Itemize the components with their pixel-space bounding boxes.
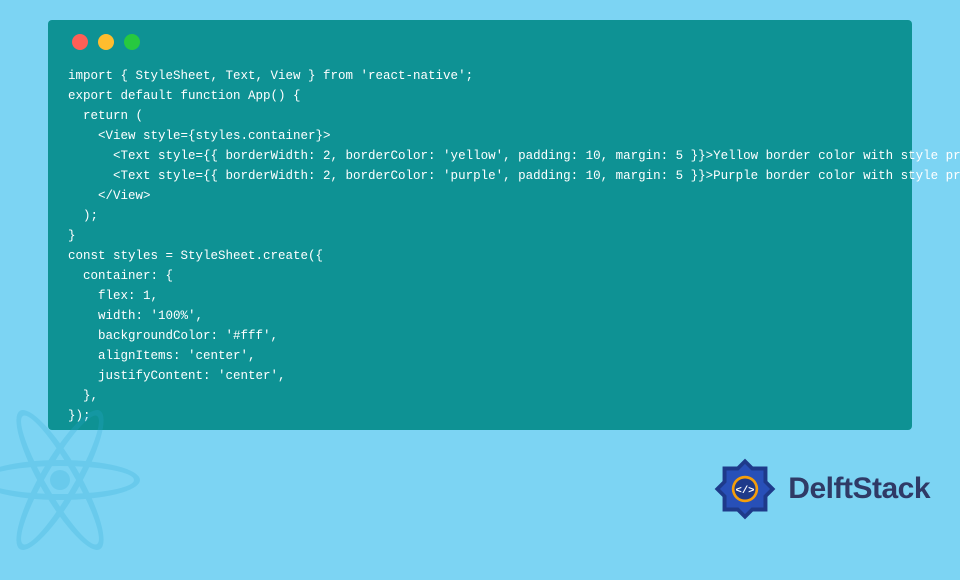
code-snippet: import { StyleSheet, Text, View } from '… xyxy=(68,66,892,426)
minimize-icon[interactable] xyxy=(98,34,114,50)
brand-name: DelftStack xyxy=(788,472,930,506)
close-icon[interactable] xyxy=(72,34,88,50)
maximize-icon[interactable] xyxy=(124,34,140,50)
code-panel: import { StyleSheet, Text, View } from '… xyxy=(48,20,912,430)
svg-text:</>: </> xyxy=(736,485,755,497)
brand-badge: </> DelftStack xyxy=(712,456,930,522)
window-controls xyxy=(72,34,892,50)
delftstack-logo-icon: </> xyxy=(712,456,778,522)
react-logo-watermark xyxy=(0,380,160,580)
